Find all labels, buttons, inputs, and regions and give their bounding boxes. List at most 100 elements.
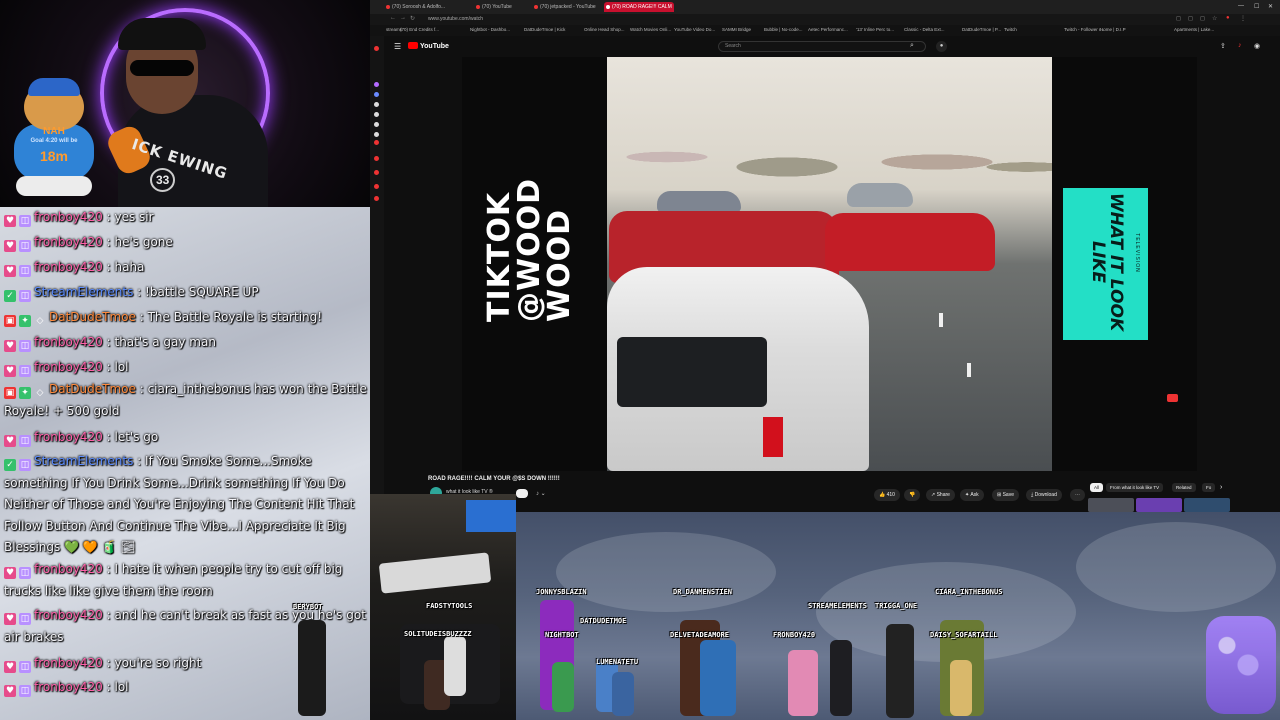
hamburger-menu-icon[interactable]: ☰	[394, 42, 401, 51]
bookmark-item[interactable]: (70) End Credits f...	[400, 27, 439, 32]
chat-username[interactable]: StreamElements	[34, 285, 133, 299]
bookmark-item[interactable]: Twitch	[1004, 27, 1017, 32]
rail-app-icon[interactable]	[374, 170, 379, 175]
tab-0[interactable]: (70) Soroosh & Adolfo...	[384, 2, 454, 12]
chat-message: ♥ ◫ fronboy420 : lol	[4, 357, 370, 379]
dislike-button[interactable]: 👎	[904, 489, 921, 501]
bookmark-item[interactable]: DatDudeTmoe | Kick	[524, 27, 565, 32]
chat-username[interactable]: fronboy420	[34, 680, 103, 694]
chat-username[interactable]: fronboy420	[34, 335, 103, 349]
bookmark-item[interactable]: '13' Inline Perc to...	[856, 27, 894, 32]
bookmark-item[interactable]: Aetec Performanc...	[808, 27, 848, 32]
url-field[interactable]: www.youtube.com/watch	[428, 16, 483, 22]
ask-button[interactable]: ✦ Ask	[960, 489, 984, 501]
chat-username[interactable]: fronboy420	[34, 360, 103, 374]
chat-username[interactable]: DatDudeTmoe	[49, 382, 136, 396]
rail-app-icon[interactable]	[374, 196, 379, 201]
tab-2[interactable]: (70) jetpacked - YouTube	[532, 2, 602, 12]
heart-badge-icon: ♥	[4, 435, 16, 447]
notifications-bell-icon[interactable]: ♪	[1238, 42, 1242, 49]
chat-username[interactable]: fronboy420	[34, 608, 103, 622]
search-input[interactable]: Search	[718, 41, 926, 52]
minimize-icon[interactable]: —	[1238, 3, 1244, 9]
subscribe-button[interactable]	[516, 489, 528, 498]
rail-app-icon[interactable]	[374, 140, 379, 145]
rail-app-icon[interactable]	[374, 132, 379, 137]
recommended-thumbnail[interactable]	[1136, 498, 1182, 512]
youtube-play-icon	[408, 42, 418, 49]
recommended-thumbnail[interactable]	[1088, 498, 1134, 512]
red-badge-icon: ▣	[4, 387, 16, 399]
avatar-sprite	[444, 636, 466, 696]
tab-label: (70) jetpacked - YouTube	[540, 4, 596, 10]
forward-icon[interactable]: →	[400, 15, 406, 21]
rail-app-icon[interactable]	[374, 102, 379, 107]
chat-username[interactable]: fronboy420	[34, 656, 103, 670]
chip-related[interactable]: Related	[1172, 483, 1196, 492]
like-button[interactable]: 👍 410	[874, 489, 900, 501]
close-icon[interactable]: ✕	[1268, 3, 1273, 10]
chat-username[interactable]: fronboy420	[34, 210, 103, 224]
chip-more[interactable]: Fo	[1202, 483, 1216, 492]
rail-app-icon[interactable]	[374, 92, 379, 97]
chat-username[interactable]: StreamElements	[34, 454, 133, 468]
share-button[interactable]: ↗ Share	[926, 489, 955, 501]
extension-icon[interactable]: ◻	[1176, 15, 1181, 22]
bookmark-item[interactable]: YouTube Video Do...	[674, 27, 715, 32]
bookmark-item[interactable]: SAMMI Bridge	[722, 27, 751, 32]
settings-icon[interactable]: ⋮	[1240, 15, 1246, 22]
rail-app-icon[interactable]	[374, 112, 379, 117]
bookmark-item[interactable]: Twitch - Follower r...	[1064, 27, 1104, 32]
logo-sub-text: TELEVISION	[1134, 233, 1140, 273]
mod-badge-icon: ✦	[19, 315, 31, 327]
back-icon[interactable]: ←	[390, 15, 396, 21]
rail-app-icon[interactable]	[374, 184, 379, 189]
extension-icon[interactable]: ◻	[1188, 15, 1193, 22]
extension-icon[interactable]: ◻	[1200, 15, 1205, 22]
bookmark-item[interactable]: Home | D.I.P	[1100, 27, 1126, 32]
rail-app-icon[interactable]	[374, 156, 379, 161]
bookmark-item[interactable]: Classic - Delta Ext...	[904, 27, 945, 32]
account-avatar-icon[interactable]: ◉	[1254, 42, 1260, 50]
chat-message: ▣ ✦ ◇ DatDudeTmoe : The Battle Royale is st…	[4, 307, 370, 329]
maximize-icon[interactable]: ☐	[1254, 3, 1259, 10]
tab-1[interactable]: (70) YouTube	[474, 2, 534, 12]
sub-badge-icon: ◫	[19, 365, 31, 377]
tab-3-active[interactable]: (70) ROAD RAGE!!! CALM	[604, 2, 674, 12]
bookmark-item[interactable]: Nightbot - Dashbo...	[470, 27, 510, 32]
reload-icon[interactable]: ↻	[410, 15, 415, 22]
bookmark-star-icon[interactable]: ☆	[1212, 15, 1217, 22]
rail-app-icon[interactable]	[374, 122, 379, 127]
chat-username[interactable]: fronboy420	[34, 260, 103, 274]
save-button[interactable]: ⊞ Save	[992, 489, 1019, 501]
notification-bell-icon[interactable]: ♪ ⌄	[536, 490, 546, 497]
bookmark-item[interactable]: Watch Movies Onli...	[630, 27, 671, 32]
chip-channel[interactable]: From what it look like TV	[1106, 483, 1164, 492]
video-player[interactable]: TIKTOK @WOOD WOOD WHAT IT LOOK LIKE TELE…	[462, 57, 1197, 471]
chat-toggle-icon[interactable]	[1167, 394, 1178, 402]
chat-username[interactable]: fronboy420	[34, 430, 103, 444]
search-icon[interactable]: ⌕	[910, 42, 914, 50]
recommended-thumbnail[interactable]	[1184, 498, 1230, 512]
rail-app-icon[interactable]	[374, 46, 379, 51]
more-actions-button[interactable]: ⋯	[1070, 489, 1085, 501]
chat-username[interactable]: fronboy420	[34, 235, 103, 249]
chevron-right-icon[interactable]: ›	[1220, 484, 1222, 491]
download-button[interactable]: ⤓ Download	[1026, 489, 1062, 501]
video-frame[interactable]	[607, 57, 1052, 471]
rail-app-icon[interactable]	[374, 82, 379, 87]
bookmark-item[interactable]: Apartments | Lake...	[1174, 27, 1214, 32]
chip-all[interactable]: All	[1090, 483, 1104, 492]
bookmark-item[interactable]: DatDudeTmoe | P...	[962, 27, 1001, 32]
profile-icon[interactable]: ●	[1226, 15, 1230, 21]
monitor	[466, 500, 516, 532]
chat-username[interactable]: DatDudeTmoe	[49, 310, 136, 324]
bookmark-item[interactable]: Online Head Shop...	[584, 27, 625, 32]
upload-icon[interactable]: ⇪	[1220, 42, 1226, 50]
voice-search-icon[interactable]: ●	[936, 41, 947, 52]
youtube-logo[interactable]: YouTube	[408, 42, 449, 50]
chat-username[interactable]: fronboy420	[34, 562, 103, 576]
bookmark-item[interactable]: Bubble | No-code...	[764, 27, 802, 32]
stream-layout: ICK EWING 33 NAH Goal 4:20 will be 18m ♥…	[0, 0, 1280, 720]
bear-label: NAH	[43, 126, 65, 137]
